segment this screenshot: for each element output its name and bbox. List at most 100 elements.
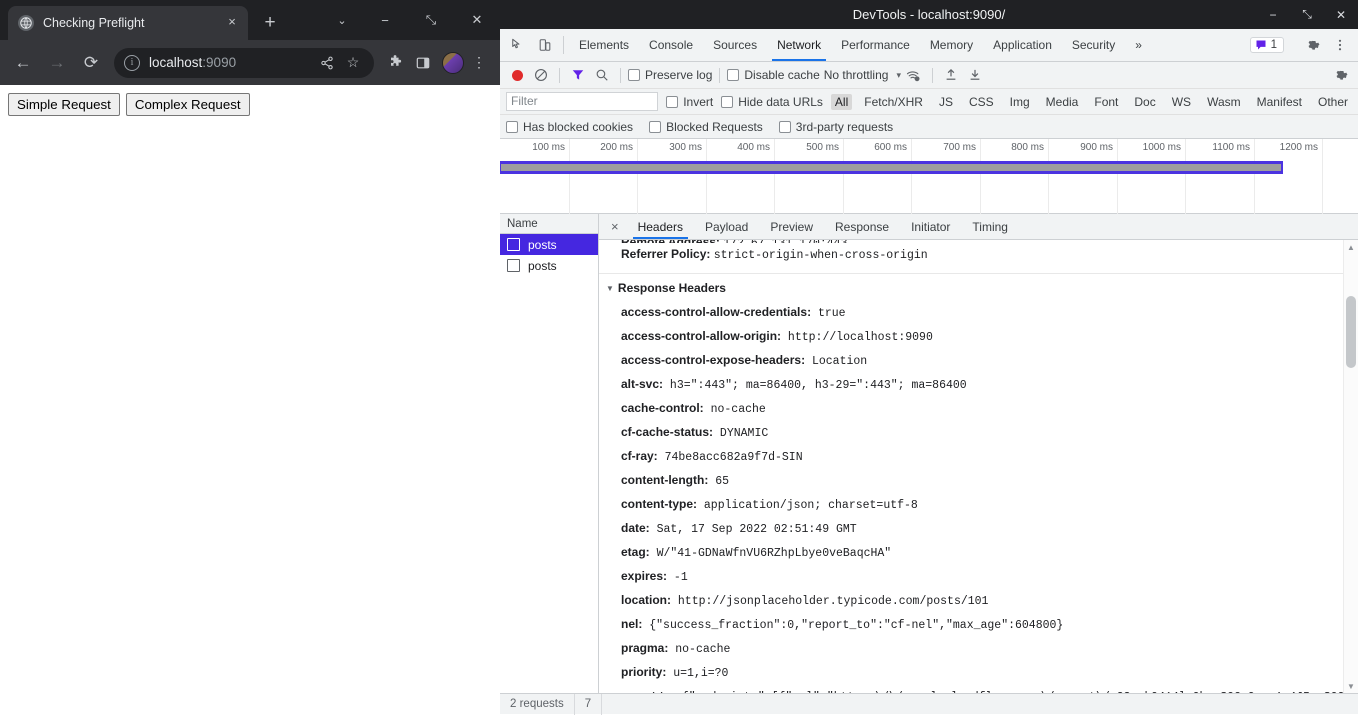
maximize-button[interactable]: ⤡ bbox=[408, 0, 454, 40]
device-toolbar-icon[interactable] bbox=[531, 29, 558, 61]
new-tab-button[interactable]: + bbox=[256, 9, 284, 37]
network-overview-timeline[interactable]: 100 ms 200 ms 300 ms 400 ms 500 ms 600 ms 700 … bbox=[500, 139, 1358, 214]
tab-console[interactable]: Console bbox=[639, 29, 703, 61]
overview-tick-label: 1200 ms bbox=[1279, 142, 1318, 153]
network-settings-gear-icon[interactable] bbox=[1330, 68, 1352, 82]
tab-application[interactable]: Application bbox=[983, 29, 1062, 61]
devtools-menu-icon[interactable] bbox=[1326, 38, 1353, 52]
detail-tab-initiator[interactable]: Initiator bbox=[900, 214, 961, 239]
overview-tick-label: 600 ms bbox=[874, 142, 907, 153]
disable-cache-checkbox[interactable]: Disable cache bbox=[727, 68, 820, 82]
overview-gridline bbox=[706, 139, 707, 214]
puzzle-icon[interactable] bbox=[382, 50, 408, 76]
detail-tab-payload[interactable]: Payload bbox=[694, 214, 759, 239]
request-row-1[interactable]: posts bbox=[500, 255, 598, 276]
detail-scrollbar[interactable]: ▲ ▼ bbox=[1343, 240, 1358, 693]
address-bar-url: localhost:9090 bbox=[149, 55, 320, 70]
filter-type-css[interactable]: CSS bbox=[965, 94, 998, 110]
filter-icon[interactable] bbox=[567, 68, 589, 82]
tab-elements[interactable]: Elements bbox=[569, 29, 639, 61]
chevron-down-icon[interactable]: ▾ bbox=[896, 70, 901, 81]
browser-tab[interactable]: Checking Preflight × bbox=[8, 6, 248, 40]
filter-input[interactable]: Filter bbox=[506, 92, 659, 111]
blocked-requests-label: Blocked Requests bbox=[666, 119, 763, 134]
tab-performance[interactable]: Performance bbox=[831, 29, 920, 61]
devtools-maximize-button[interactable]: ⤡ bbox=[1290, 0, 1324, 29]
filter-type-js[interactable]: JS bbox=[935, 94, 957, 110]
tab-network[interactable]: Network bbox=[767, 29, 831, 61]
address-bar[interactable]: i localhost:9090 ☆ bbox=[114, 47, 374, 78]
inspect-element-icon[interactable] bbox=[504, 29, 531, 61]
filter-type-wasm[interactable]: Wasm bbox=[1203, 94, 1245, 110]
side-panel-icon[interactable] bbox=[410, 50, 436, 76]
tab-security[interactable]: Security bbox=[1062, 29, 1125, 61]
remote-address-label: Remote Address: bbox=[621, 240, 720, 243]
filter-type-other[interactable]: Other bbox=[1314, 94, 1352, 110]
filter-type-ws[interactable]: WS bbox=[1168, 94, 1195, 110]
filter-type-font[interactable]: Font bbox=[1090, 94, 1122, 110]
request-row-0[interactable]: posts bbox=[500, 234, 598, 255]
share-icon[interactable] bbox=[320, 56, 342, 70]
browser-menu-icon[interactable]: ⋮ bbox=[466, 50, 492, 76]
close-button[interactable]: ✕ bbox=[454, 0, 500, 40]
checkbox-box bbox=[778, 120, 791, 133]
minimize-button[interactable]: − bbox=[362, 0, 408, 40]
tab-more-icon[interactable]: » bbox=[1125, 29, 1152, 61]
devtools-main-tabbar: Elements Console Sources Network Perform… bbox=[500, 29, 1358, 62]
response-header-value: Sat, 17 Sep 2022 02:51:49 GMT bbox=[649, 523, 857, 536]
devtools-window: DevTools - localhost:9090/ − ⤡ ✕ Element… bbox=[500, 0, 1358, 719]
hide-data-urls-checkbox[interactable]: Hide data URLs bbox=[721, 95, 823, 109]
export-icon[interactable] bbox=[964, 68, 986, 82]
devtools-minimize-button[interactable]: − bbox=[1256, 0, 1290, 29]
detail-tab-timing[interactable]: Timing bbox=[961, 214, 1019, 239]
devtools-close-button[interactable]: ✕ bbox=[1324, 0, 1358, 29]
tab-search-icon[interactable]: ⌄ bbox=[322, 0, 362, 40]
avatar[interactable] bbox=[442, 51, 464, 74]
response-header-name: cf-cache-status: bbox=[621, 425, 714, 439]
search-icon[interactable] bbox=[591, 68, 613, 82]
simple-request-button[interactable]: Simple Request bbox=[8, 93, 120, 116]
request-count: 2 requests bbox=[500, 693, 575, 715]
response-headers-section-title[interactable]: ▼ Response Headers bbox=[599, 274, 1358, 301]
scroll-down-arrow-icon[interactable]: ▼ bbox=[1344, 679, 1358, 693]
has-blocked-cookies-checkbox[interactable]: Has blocked cookies bbox=[506, 120, 633, 134]
filter-type-all[interactable]: All bbox=[830, 93, 853, 110]
detail-tab-response[interactable]: Response bbox=[824, 214, 900, 239]
scrollbar-thumb[interactable] bbox=[1346, 296, 1356, 368]
overview-gridline bbox=[569, 139, 570, 214]
blocked-requests-checkbox[interactable]: Blocked Requests bbox=[649, 120, 763, 134]
back-icon[interactable]: ← bbox=[8, 48, 38, 78]
request-column-header-name[interactable]: Name bbox=[500, 214, 598, 234]
preserve-log-checkbox[interactable]: Preserve log bbox=[628, 68, 712, 82]
response-header-name: cf-ray: bbox=[621, 449, 658, 463]
third-party-requests-checkbox[interactable]: 3rd-party requests bbox=[778, 120, 893, 134]
detail-tab-preview[interactable]: Preview bbox=[759, 214, 824, 239]
filter-type-img[interactable]: Img bbox=[1006, 94, 1034, 110]
page-button-group: Simple Request Complex Request bbox=[8, 93, 492, 116]
gear-icon[interactable] bbox=[1299, 38, 1326, 52]
throttling-select[interactable]: No throttling bbox=[824, 68, 889, 82]
clear-icon[interactable] bbox=[530, 68, 552, 82]
issues-badge[interactable]: 1 bbox=[1249, 37, 1284, 53]
checkbox-box bbox=[727, 69, 740, 81]
overview-tick-label: 1000 ms bbox=[1142, 142, 1181, 153]
tab-memory[interactable]: Memory bbox=[920, 29, 983, 61]
complex-request-button[interactable]: Complex Request bbox=[125, 93, 250, 116]
close-icon[interactable]: × bbox=[603, 214, 627, 239]
close-icon[interactable]: × bbox=[224, 15, 240, 31]
scroll-up-arrow-icon[interactable]: ▲ bbox=[1344, 240, 1358, 254]
filter-type-manifest[interactable]: Manifest bbox=[1253, 94, 1306, 110]
bookmark-icon[interactable]: ☆ bbox=[342, 54, 364, 71]
invert-checkbox[interactable]: Invert bbox=[666, 95, 713, 109]
filter-type-doc[interactable]: Doc bbox=[1130, 94, 1159, 110]
network-conditions-icon[interactable] bbox=[903, 68, 925, 83]
record-icon[interactable] bbox=[506, 69, 528, 81]
import-icon[interactable] bbox=[940, 68, 962, 82]
site-info-icon[interactable]: i bbox=[124, 54, 140, 71]
detail-tab-headers[interactable]: Headers bbox=[627, 214, 694, 239]
reload-icon[interactable]: ⟳ bbox=[76, 48, 106, 78]
filter-type-media[interactable]: Media bbox=[1042, 94, 1083, 110]
filter-type-fetch-xhr[interactable]: Fetch/XHR bbox=[860, 94, 927, 110]
tab-sources[interactable]: Sources bbox=[703, 29, 767, 61]
forward-icon[interactable]: → bbox=[42, 48, 72, 78]
